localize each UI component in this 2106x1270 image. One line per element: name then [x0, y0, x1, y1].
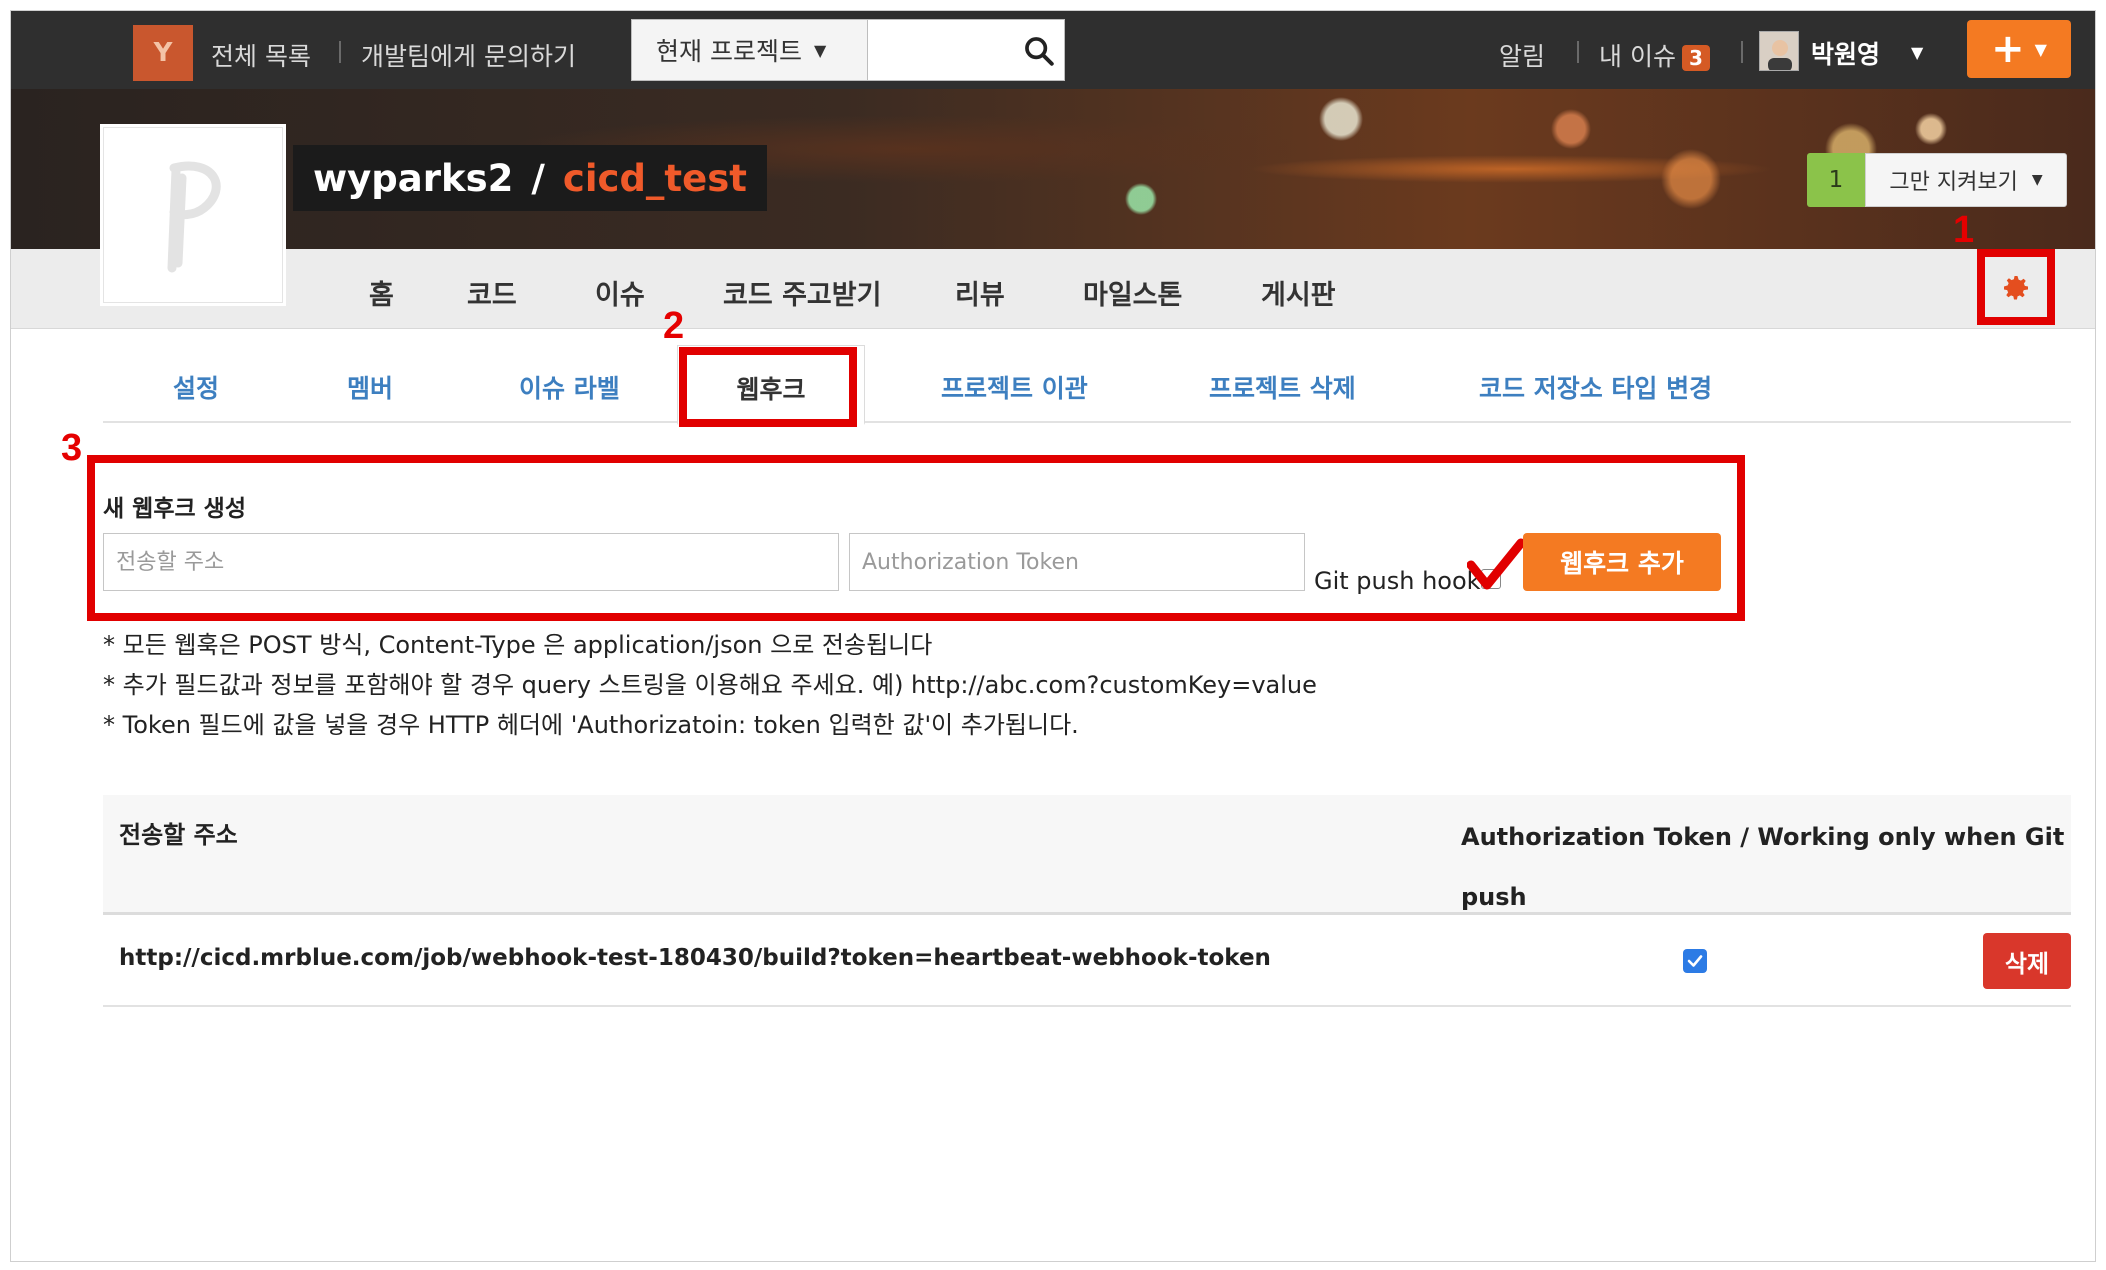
settings-subtabs: 설정 멤버 이슈 라벨 웹후크 프로젝트 이관 프로젝트 삭제 코드 저장소 타…	[103, 345, 2071, 425]
chevron-down-icon: ▼	[2031, 172, 2043, 188]
project-name-link[interactable]: cicd_test	[563, 157, 747, 200]
project-main-nav: 홈 코드 이슈 코드 주고받기 리뷰 마일스톤 게시판	[11, 249, 2095, 329]
chevron-down-icon: ▼	[2034, 39, 2047, 59]
column-header-token: Authorization Token / Working only when …	[1461, 823, 2065, 911]
issue-count-badge: 3	[1681, 45, 1710, 71]
unwatch-button[interactable]: 그만 지켜보기 ▼	[1865, 153, 2067, 207]
annotation-box-new-webhook	[87, 455, 1745, 621]
search-input[interactable]	[867, 19, 1065, 81]
notifications-link[interactable]: 알림	[1499, 37, 1545, 73]
tab-members[interactable]: 멤버	[347, 369, 393, 405]
tab-transfer-project[interactable]: 프로젝트 이관	[941, 369, 1088, 405]
nav-review[interactable]: 리뷰	[955, 273, 1005, 312]
my-issues-label: 내 이슈	[1599, 42, 1676, 71]
nav-code[interactable]: 코드	[467, 273, 517, 312]
annotation-number: 3	[61, 427, 83, 469]
username[interactable]: 박원영	[1811, 35, 1880, 71]
column-header-url: 전송할 주소	[119, 821, 238, 849]
project-title: wyparks2 / cicd_test	[293, 145, 767, 211]
git-push-checkbox-checked[interactable]	[1683, 949, 1707, 973]
project-owner-link[interactable]: wyparks2	[313, 157, 513, 200]
tab-delete-project[interactable]: 프로젝트 삭제	[1209, 369, 1356, 405]
chevron-down-icon: ▼	[813, 40, 827, 60]
nav-home[interactable]: 홈	[369, 273, 394, 312]
help-note: * Token 필드에 값을 넣을 경우 HTTP 헤더에 'Authoriza…	[103, 711, 1079, 739]
top-divider	[1577, 41, 1579, 63]
all-list-link[interactable]: 전체 목록	[211, 37, 311, 73]
webhook-table-header: 전송할 주소 Authorization Token / Working onl…	[103, 795, 2071, 915]
contact-dev-link[interactable]: 개발팀에게 문의하기	[361, 37, 576, 73]
chevron-down-icon[interactable]: ▼	[1911, 43, 1923, 62]
project-logo	[103, 127, 283, 303]
watch-count: 1	[1807, 153, 1865, 207]
unwatch-label: 그만 지켜보기	[1889, 170, 2018, 195]
annotation-box-settings	[1977, 249, 2055, 325]
check-icon	[1687, 955, 1703, 967]
browser-frame: Y 전체 목록 개발팀에게 문의하기 현재 프로젝트 ▼ 알림 내 이슈 3 박…	[10, 10, 2096, 1262]
my-issues-link[interactable]: 내 이슈 3	[1599, 37, 1710, 73]
tab-change-repo-type[interactable]: 코드 저장소 타입 변경	[1479, 369, 1712, 405]
table-row: http://cicd.mrblue.com/job/webhook-test-…	[103, 915, 2071, 1007]
top-navbar: Y 전체 목록 개발팀에게 문의하기 현재 프로젝트 ▼ 알림 내 이슈 3 박…	[11, 11, 2095, 89]
annotation-number: 2	[663, 305, 685, 347]
top-divider	[1741, 41, 1743, 63]
create-new-button[interactable]: + ▼	[1967, 20, 2071, 78]
delete-webhook-button[interactable]: 삭제	[1983, 933, 2071, 989]
avatar[interactable]	[1759, 31, 1799, 71]
nav-issues[interactable]: 이슈	[595, 273, 645, 312]
title-separator: /	[531, 156, 545, 200]
help-note: * 모든 웹훅은 POST 방식, Content-Type 은 applica…	[103, 631, 933, 659]
nav-pull-requests[interactable]: 코드 주고받기	[723, 273, 881, 312]
annotation-box-webhook-tab	[679, 347, 857, 427]
top-divider	[339, 41, 341, 63]
search-icon[interactable]	[1022, 34, 1056, 68]
help-note: * 추가 필드값과 정보를 포함해야 할 경우 query 스트링을 이용해요 …	[103, 671, 1317, 699]
nav-milestones[interactable]: 마일스톤	[1083, 273, 1182, 312]
plus-icon: +	[1991, 26, 2025, 72]
webhook-url-cell: http://cicd.mrblue.com/job/webhook-test-…	[119, 945, 1271, 971]
tab-issue-labels[interactable]: 이슈 라벨	[519, 369, 620, 405]
watch-control: 1 그만 지켜보기 ▼	[1807, 153, 2067, 207]
project-scope-select[interactable]: 현재 프로젝트 ▼	[631, 19, 867, 81]
site-logo[interactable]: Y	[133, 25, 193, 81]
nav-board[interactable]: 게시판	[1261, 273, 1336, 312]
tab-settings[interactable]: 설정	[173, 369, 219, 405]
project-scope-label: 현재 프로젝트	[656, 37, 802, 66]
annotation-number: 1	[1953, 209, 1975, 251]
